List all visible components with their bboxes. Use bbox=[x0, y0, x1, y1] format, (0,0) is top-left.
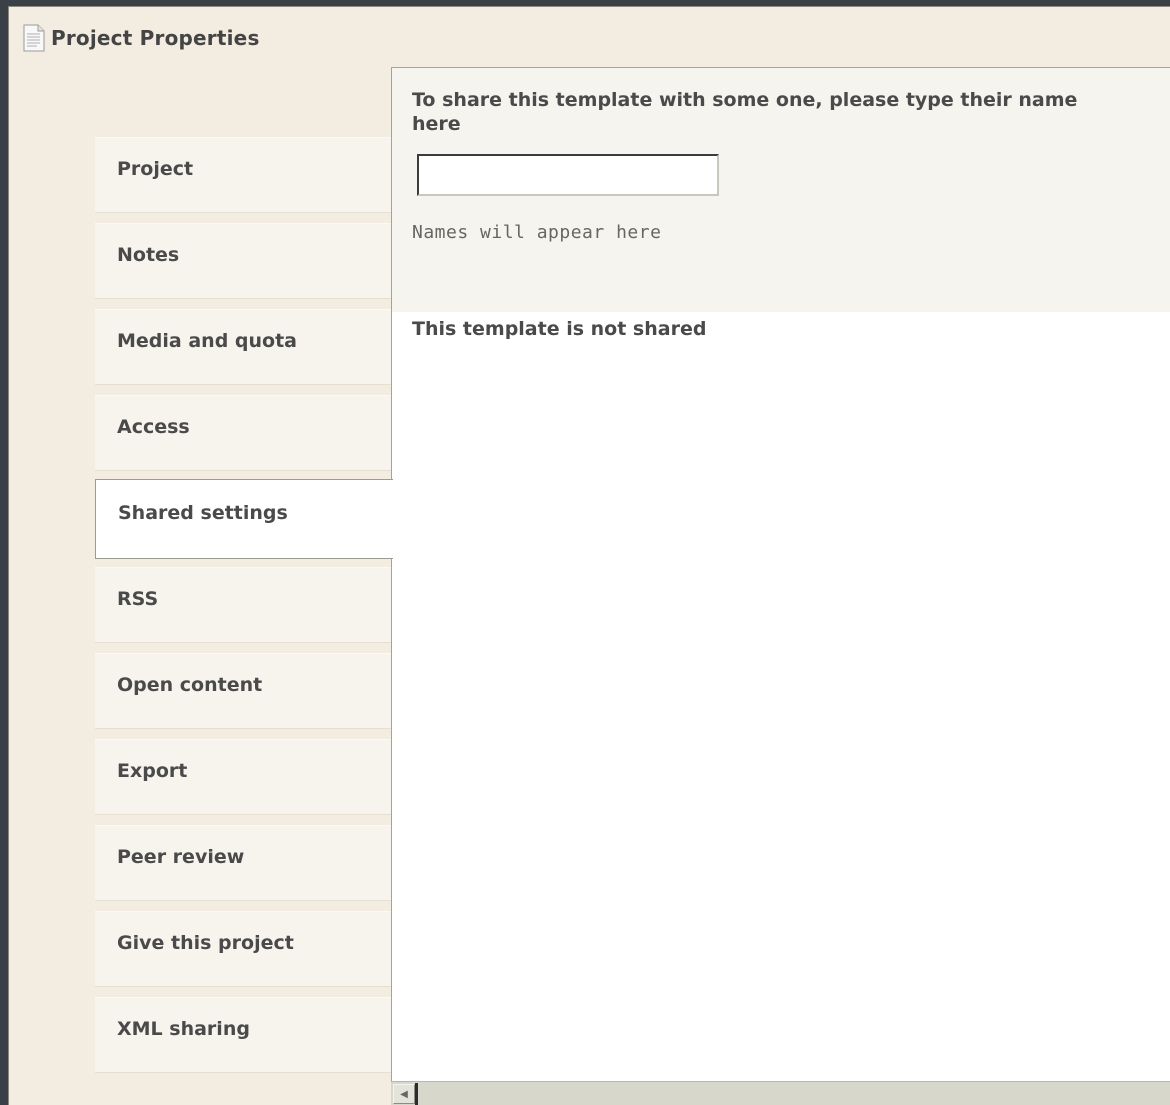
nav-item-label: XML sharing bbox=[117, 1018, 250, 1040]
document-icon bbox=[23, 24, 45, 52]
nav-item-peer-review[interactable]: Peer review bbox=[95, 825, 391, 901]
nav-item-label: Peer review bbox=[117, 846, 245, 868]
settings-nav: Project Notes Media and quota Access Sha… bbox=[95, 137, 393, 1083]
nav-item-label: Give this project bbox=[117, 932, 294, 954]
nav-item-give-this-project[interactable]: Give this project bbox=[95, 911, 391, 987]
nav-item-label: Export bbox=[117, 760, 188, 782]
names-hint: Names will appear here bbox=[412, 222, 662, 243]
project-properties-window: Project Properties Project Notes Media a… bbox=[8, 6, 1170, 1105]
window-title: Project Properties bbox=[51, 26, 260, 50]
share-status: This template is not shared bbox=[412, 318, 707, 340]
nav-item-label: RSS bbox=[117, 588, 159, 610]
nav-item-notes[interactable]: Notes bbox=[95, 223, 391, 299]
nav-item-label: Shared settings bbox=[118, 502, 288, 524]
scroll-thumb[interactable] bbox=[415, 1083, 418, 1105]
scroll-left-arrow-icon[interactable]: ◀ bbox=[393, 1084, 415, 1104]
nav-item-xml-sharing[interactable]: XML sharing bbox=[95, 997, 391, 1073]
nav-item-access[interactable]: Access bbox=[95, 395, 391, 471]
share-form: To share this template with some one, pl… bbox=[392, 68, 1170, 312]
nav-item-label: Notes bbox=[117, 244, 180, 266]
window-titlebar: Project Properties bbox=[23, 23, 260, 53]
nav-item-export[interactable]: Export bbox=[95, 739, 391, 815]
nav-item-media-and-quota[interactable]: Media and quota bbox=[95, 309, 391, 385]
nav-item-project[interactable]: Project bbox=[95, 137, 391, 213]
share-name-input[interactable] bbox=[417, 154, 719, 196]
nav-item-label: Access bbox=[117, 416, 190, 438]
shared-settings-panel: To share this template with some one, pl… bbox=[391, 67, 1170, 1087]
nav-item-label: Media and quota bbox=[117, 330, 297, 352]
nav-item-label: Open content bbox=[117, 674, 263, 696]
nav-item-open-content[interactable]: Open content bbox=[95, 653, 391, 729]
share-prompt: To share this template with some one, pl… bbox=[412, 89, 1078, 135]
nav-item-label: Project bbox=[117, 158, 194, 180]
nav-item-rss[interactable]: RSS bbox=[95, 567, 391, 643]
nav-item-shared-settings[interactable]: Shared settings bbox=[95, 479, 393, 559]
horizontal-scrollbar[interactable]: ◀ bbox=[391, 1081, 1170, 1105]
